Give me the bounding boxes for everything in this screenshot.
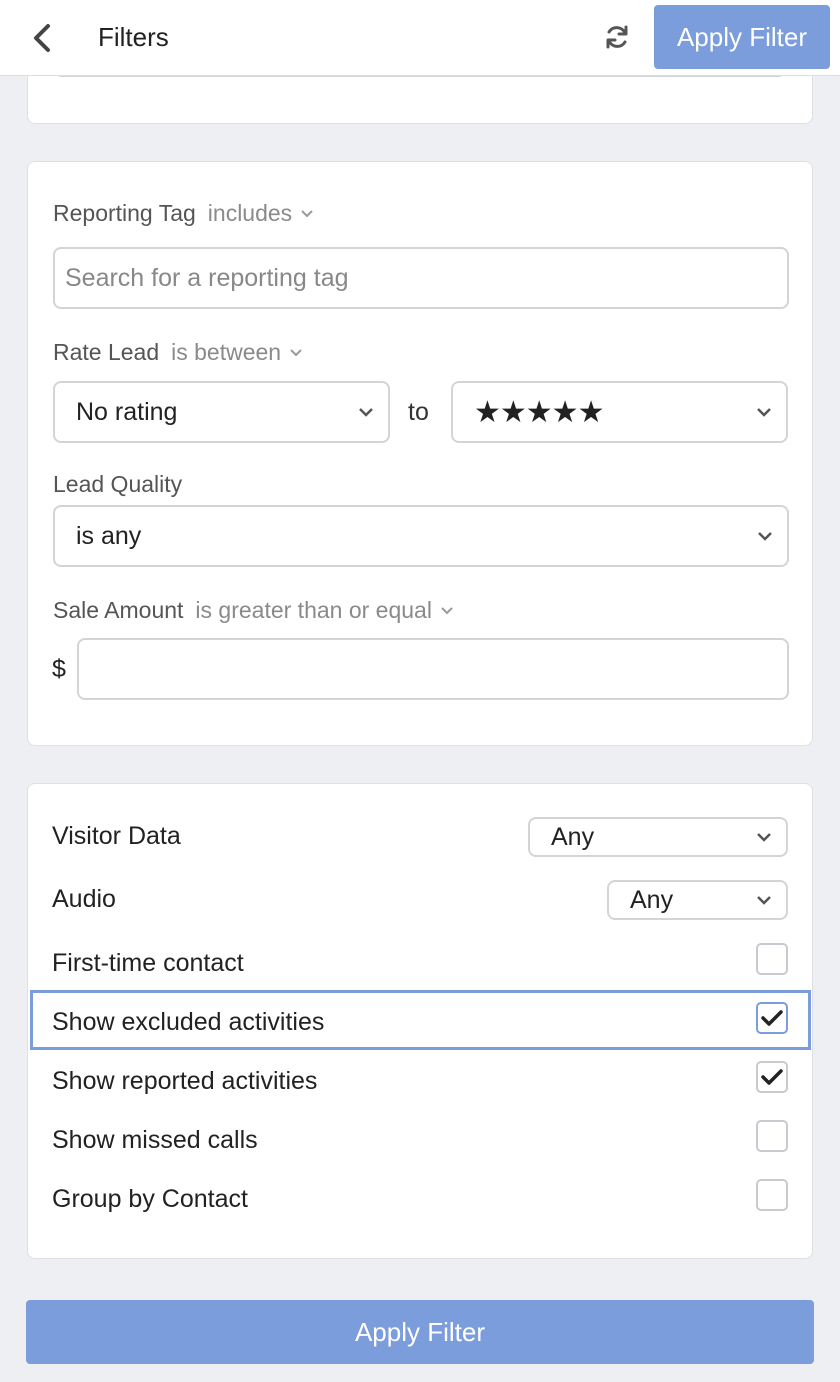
first-time-contact-label: First-time contact: [52, 949, 244, 977]
chevron-down-icon: [290, 348, 302, 356]
lead-quality-value: is any: [76, 521, 142, 550]
chevron-down-icon: [359, 408, 373, 417]
audio-select[interactable]: Any: [607, 880, 788, 920]
group-by-contact-checkbox[interactable]: [756, 1179, 788, 1211]
sale-amount-input[interactable]: [77, 638, 789, 700]
show-missed-calls-checkbox[interactable]: [756, 1120, 788, 1152]
lead-quality-select[interactable]: is any: [53, 505, 789, 567]
reporting-tag-operator[interactable]: includes: [208, 200, 314, 227]
sale-amount-label: Sale Amount: [53, 597, 184, 623]
apply-filter-button-top[interactable]: Apply Filter: [654, 5, 830, 69]
filter-card-options: Visitor Data Any Audio Any First-time co…: [27, 783, 813, 1259]
sale-amount-operator-text: is greater than or equal: [195, 597, 432, 623]
currency-symbol: $: [52, 655, 66, 683]
chevron-down-icon: [757, 896, 771, 905]
chevron-down-icon: [301, 209, 313, 217]
page-title: Filters: [98, 22, 169, 52]
reporting-tag-label-row: Reporting Tag includes: [53, 200, 314, 227]
visitor-data-value: Any: [551, 822, 595, 851]
checkmark-icon: [761, 1069, 783, 1085]
audio-value: Any: [630, 885, 674, 914]
sale-amount-operator[interactable]: is greater than or equal: [195, 597, 454, 624]
rate-lead-to-value: ★★★★★: [474, 395, 604, 429]
audio-label: Audio: [52, 885, 116, 913]
show-excluded-activities-label: Show excluded activities: [52, 1008, 325, 1036]
chevron-down-icon: [757, 833, 771, 842]
visitor-data-select[interactable]: Any: [528, 817, 788, 857]
rate-lead-label-row: Rate Lead is between: [53, 339, 303, 366]
back-button[interactable]: [26, 18, 58, 58]
rate-lead-operator[interactable]: is between: [171, 339, 303, 366]
filter-card-lead-details: Reporting Tag includes Rate Lead is betw…: [27, 161, 813, 746]
show-reported-activities-label: Show reported activities: [52, 1067, 318, 1095]
chevron-down-icon: [757, 408, 771, 417]
group-by-contact-label: Group by Contact: [52, 1185, 248, 1213]
visitor-data-label: Visitor Data: [52, 822, 181, 850]
rate-lead-operator-text: is between: [171, 339, 282, 365]
reporting-tag-label: Reporting Tag: [53, 200, 196, 226]
rate-lead-from-select[interactable]: No rating: [53, 381, 390, 443]
reporting-tag-operator-text: includes: [207, 200, 293, 226]
rate-lead-from-value: No rating: [76, 397, 178, 426]
chevron-down-icon: [758, 532, 772, 541]
sale-amount-label-row: Sale Amount is greater than or equal: [53, 597, 454, 624]
chevron-down-icon: [441, 606, 453, 614]
chevron-left-icon: [34, 24, 50, 52]
reset-button[interactable]: [600, 20, 634, 54]
lead-quality-label: Lead Quality: [53, 471, 183, 497]
apply-filter-button-bottom[interactable]: Apply Filter: [26, 1300, 814, 1364]
show-missed-calls-label: Show missed calls: [52, 1126, 258, 1154]
top-bar: Filters Apply Filter: [0, 0, 840, 76]
first-time-contact-checkbox[interactable]: [756, 943, 788, 975]
show-excluded-activities-checkbox[interactable]: [756, 1002, 788, 1034]
rate-lead-to-label: to: [408, 398, 429, 426]
show-reported-activities-checkbox[interactable]: [756, 1061, 788, 1093]
refresh-icon: [606, 25, 628, 49]
reporting-tag-search-input[interactable]: [53, 247, 789, 309]
rate-lead-label: Rate Lead: [53, 339, 160, 365]
rate-lead-to-select[interactable]: ★★★★★: [451, 381, 788, 443]
checkmark-icon: [761, 1010, 783, 1026]
lead-quality-label-row: Lead Quality: [53, 471, 182, 498]
